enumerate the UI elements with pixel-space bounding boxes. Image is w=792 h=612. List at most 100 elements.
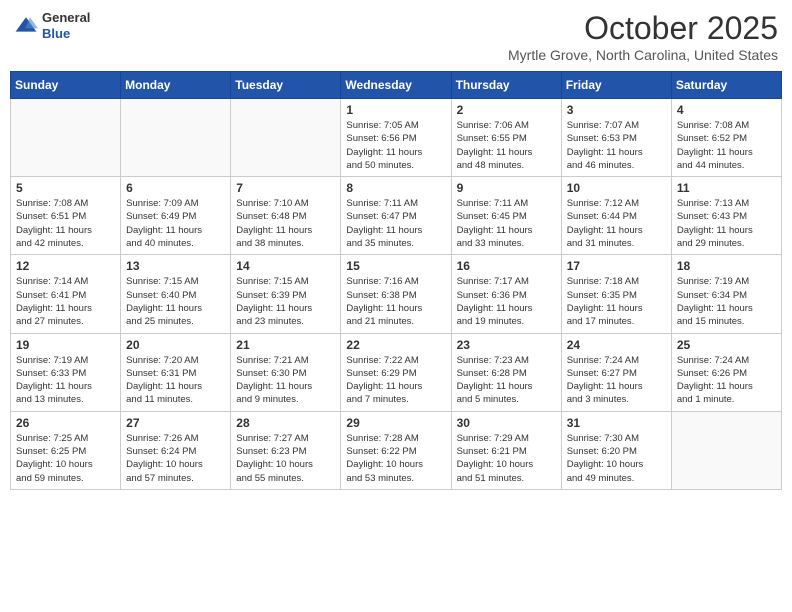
day-info: Sunrise: 7:19 AM Sunset: 6:33 PM Dayligh… [16, 354, 115, 407]
day-info: Sunrise: 7:21 AM Sunset: 6:30 PM Dayligh… [236, 354, 335, 407]
day-number: 18 [677, 259, 776, 273]
weekday-header-row: SundayMondayTuesdayWednesdayThursdayFrid… [11, 72, 782, 99]
day-info: Sunrise: 7:14 AM Sunset: 6:41 PM Dayligh… [16, 275, 115, 328]
day-number: 1 [346, 103, 445, 117]
weekday-header-tuesday: Tuesday [231, 72, 341, 99]
calendar-cell: 12Sunrise: 7:14 AM Sunset: 6:41 PM Dayli… [11, 255, 121, 333]
logo: General Blue [14, 10, 90, 41]
calendar-cell: 20 Sunrise: 7:20 AM Sunset: 6:31 PM Dayli… [121, 333, 231, 411]
day-number: 2 [457, 103, 556, 117]
calendar-cell: 7 Sunrise: 7:10 AM Sunset: 6:48 PM Daylig… [231, 177, 341, 255]
day-info: Sunrise: 7:19 AM Sunset: 6:34 PM Dayligh… [677, 275, 776, 328]
day-info: Sunrise: 7:11 AM Sunset: 6:47 PM Dayligh… [346, 197, 445, 250]
calendar-cell: 31 Sunrise: 7:30 AM Sunset: 6:20 PM Dayli… [561, 411, 671, 489]
day-info: Sunrise: 7:22 AM Sunset: 6:29 PM Dayligh… [346, 354, 445, 407]
day-number: 16 [457, 259, 556, 273]
day-info: Sunrise: 7:13 AM Sunset: 6:43 PM Dayligh… [677, 197, 776, 250]
day-info: Sunrise: 7:12 AM Sunset: 6:44 PM Dayligh… [567, 197, 666, 250]
calendar-cell: 9 Sunrise: 7:11 AM Sunset: 6:45 PM Daylig… [451, 177, 561, 255]
calendar-cell: 3 Sunrise: 7:07 AM Sunset: 6:53 PM Daylig… [561, 99, 671, 177]
day-info: Sunrise: 7:25 AM Sunset: 6:25 PM Dayligh… [16, 432, 115, 485]
day-info: Sunrise: 7:24 AM Sunset: 6:27 PM Dayligh… [567, 354, 666, 407]
day-number: 20 [126, 338, 225, 352]
calendar-cell [671, 411, 781, 489]
logo-icon [14, 14, 38, 38]
day-info: Sunrise: 7:29 AM Sunset: 6:21 PM Dayligh… [457, 432, 556, 485]
logo-general-text: General [42, 10, 90, 25]
calendar-cell: 5 Sunrise: 7:08 AM Sunset: 6:51 PM Daylig… [11, 177, 121, 255]
day-info: Sunrise: 7:11 AM Sunset: 6:45 PM Dayligh… [457, 197, 556, 250]
day-info: Sunrise: 7:27 AM Sunset: 6:23 PM Dayligh… [236, 432, 335, 485]
day-number: 9 [457, 181, 556, 195]
calendar-cell: 21Sunrise: 7:21 AM Sunset: 6:30 PM Dayli… [231, 333, 341, 411]
day-info: Sunrise: 7:16 AM Sunset: 6:38 PM Dayligh… [346, 275, 445, 328]
weekday-header-monday: Monday [121, 72, 231, 99]
month-title: October 2025 [508, 10, 778, 47]
day-number: 30 [457, 416, 556, 430]
calendar-cell [11, 99, 121, 177]
title-block: October 2025 Myrtle Grove, North Carolin… [508, 10, 778, 63]
calendar-week-2: 5 Sunrise: 7:08 AM Sunset: 6:51 PM Daylig… [11, 177, 782, 255]
day-number: 4 [677, 103, 776, 117]
location-text: Myrtle Grove, North Carolina, United Sta… [508, 47, 778, 63]
calendar-cell: 16 Sunrise: 7:17 AM Sunset: 6:36 PM Dayli… [451, 255, 561, 333]
day-info: Sunrise: 7:30 AM Sunset: 6:20 PM Dayligh… [567, 432, 666, 485]
day-number: 3 [567, 103, 666, 117]
calendar-table: SundayMondayTuesdayWednesdayThursdayFrid… [10, 71, 782, 490]
day-number: 23 [457, 338, 556, 352]
day-info: Sunrise: 7:24 AM Sunset: 6:26 PM Dayligh… [677, 354, 776, 407]
day-number: 28 [236, 416, 335, 430]
day-info: Sunrise: 7:26 AM Sunset: 6:24 PM Dayligh… [126, 432, 225, 485]
day-info: Sunrise: 7:08 AM Sunset: 6:51 PM Dayligh… [16, 197, 115, 250]
calendar-week-4: 19Sunrise: 7:19 AM Sunset: 6:33 PM Dayli… [11, 333, 782, 411]
day-number: 8 [346, 181, 445, 195]
calendar-cell: 1 Sunrise: 7:05 AM Sunset: 6:56 PM Daylig… [341, 99, 451, 177]
calendar-cell: 4 Sunrise: 7:08 AM Sunset: 6:52 PM Daylig… [671, 99, 781, 177]
day-info: Sunrise: 7:23 AM Sunset: 6:28 PM Dayligh… [457, 354, 556, 407]
day-number: 31 [567, 416, 666, 430]
day-number: 25 [677, 338, 776, 352]
calendar-week-3: 12Sunrise: 7:14 AM Sunset: 6:41 PM Dayli… [11, 255, 782, 333]
logo-blue-text: Blue [42, 26, 70, 41]
calendar-cell: 23 Sunrise: 7:23 AM Sunset: 6:28 PM Dayli… [451, 333, 561, 411]
day-number: 7 [236, 181, 335, 195]
calendar-cell: 27 Sunrise: 7:26 AM Sunset: 6:24 PM Dayli… [121, 411, 231, 489]
day-info: Sunrise: 7:18 AM Sunset: 6:35 PM Dayligh… [567, 275, 666, 328]
weekday-header-sunday: Sunday [11, 72, 121, 99]
calendar-cell: 8 Sunrise: 7:11 AM Sunset: 6:47 PM Daylig… [341, 177, 451, 255]
day-number: 27 [126, 416, 225, 430]
day-info: Sunrise: 7:05 AM Sunset: 6:56 PM Dayligh… [346, 119, 445, 172]
weekday-header-friday: Friday [561, 72, 671, 99]
calendar-cell [231, 99, 341, 177]
weekday-header-wednesday: Wednesday [341, 72, 451, 99]
day-number: 11 [677, 181, 776, 195]
calendar-cell: 2 Sunrise: 7:06 AM Sunset: 6:55 PM Daylig… [451, 99, 561, 177]
day-info: Sunrise: 7:08 AM Sunset: 6:52 PM Dayligh… [677, 119, 776, 172]
calendar-cell: 30 Sunrise: 7:29 AM Sunset: 6:21 PM Dayli… [451, 411, 561, 489]
calendar-cell: 24 Sunrise: 7:24 AM Sunset: 6:27 PM Dayli… [561, 333, 671, 411]
calendar-cell: 6Sunrise: 7:09 AM Sunset: 6:49 PM Daylig… [121, 177, 231, 255]
day-info: Sunrise: 7:09 AM Sunset: 6:49 PM Dayligh… [126, 197, 225, 250]
page-header: General Blue October 2025 Myrtle Grove, … [10, 10, 782, 63]
day-info: Sunrise: 7:07 AM Sunset: 6:53 PM Dayligh… [567, 119, 666, 172]
day-info: Sunrise: 7:06 AM Sunset: 6:55 PM Dayligh… [457, 119, 556, 172]
day-info: Sunrise: 7:17 AM Sunset: 6:36 PM Dayligh… [457, 275, 556, 328]
weekday-header-thursday: Thursday [451, 72, 561, 99]
day-number: 15 [346, 259, 445, 273]
day-info: Sunrise: 7:15 AM Sunset: 6:40 PM Dayligh… [126, 275, 225, 328]
calendar-cell: 10Sunrise: 7:12 AM Sunset: 6:44 PM Dayli… [561, 177, 671, 255]
day-number: 22 [346, 338, 445, 352]
calendar-cell: 15 Sunrise: 7:16 AM Sunset: 6:38 PM Dayli… [341, 255, 451, 333]
day-number: 13 [126, 259, 225, 273]
day-info: Sunrise: 7:20 AM Sunset: 6:31 PM Dayligh… [126, 354, 225, 407]
day-number: 5 [16, 181, 115, 195]
day-number: 26 [16, 416, 115, 430]
calendar-cell: 19Sunrise: 7:19 AM Sunset: 6:33 PM Dayli… [11, 333, 121, 411]
day-info: Sunrise: 7:10 AM Sunset: 6:48 PM Dayligh… [236, 197, 335, 250]
day-info: Sunrise: 7:15 AM Sunset: 6:39 PM Dayligh… [236, 275, 335, 328]
calendar-cell: 17Sunrise: 7:18 AM Sunset: 6:35 PM Dayli… [561, 255, 671, 333]
day-number: 29 [346, 416, 445, 430]
calendar-week-5: 26 Sunrise: 7:25 AM Sunset: 6:25 PM Dayli… [11, 411, 782, 489]
calendar-cell: 13 Sunrise: 7:15 AM Sunset: 6:40 PM Dayli… [121, 255, 231, 333]
day-number: 24 [567, 338, 666, 352]
